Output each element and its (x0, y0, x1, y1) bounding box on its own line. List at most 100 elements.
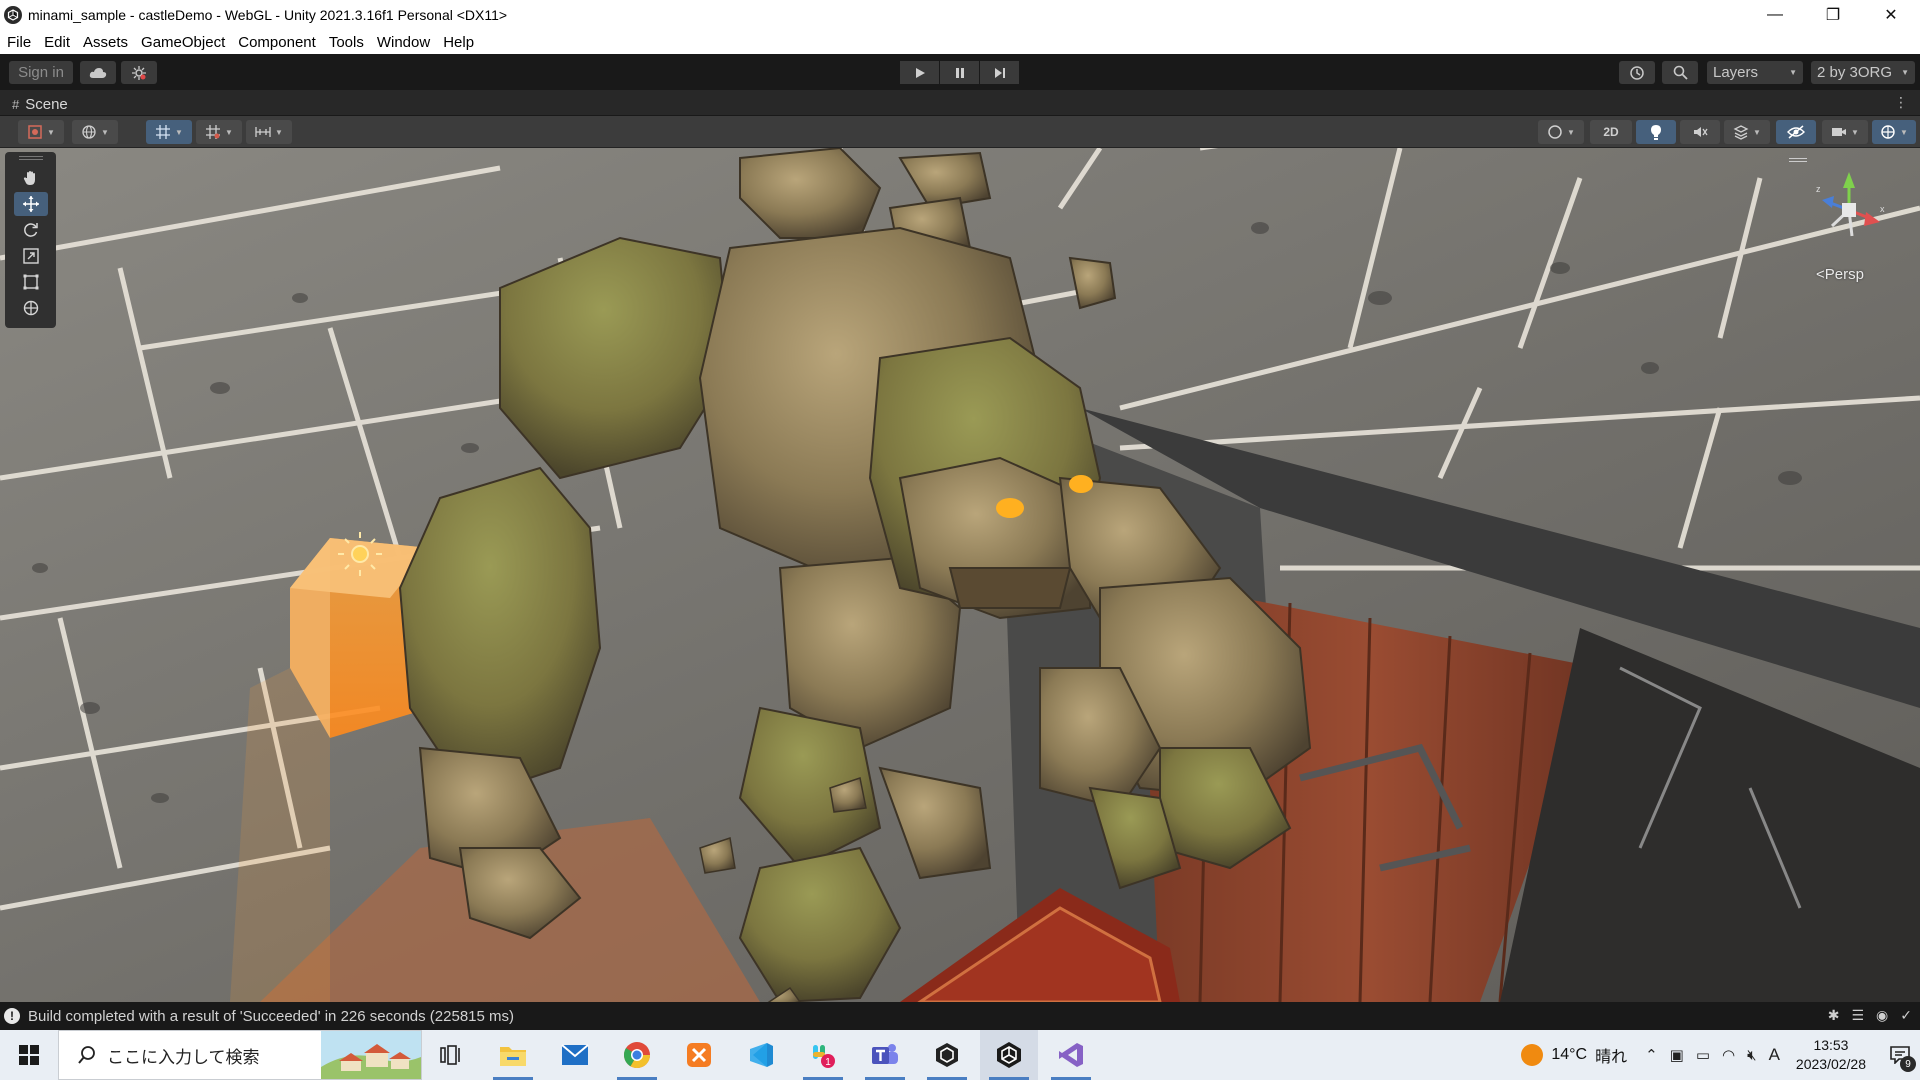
taskbar-unity-hub[interactable] (918, 1030, 976, 1080)
search-icon (1673, 65, 1688, 80)
menu-help[interactable]: Help (437, 34, 480, 51)
layout-label: 2 by 3ORG (1817, 64, 1893, 81)
axis-gizmo-icon: z x (1816, 172, 1885, 237)
move-tool-button[interactable] (13, 192, 48, 216)
gizmo-drag-handle-icon[interactable] (1789, 158, 1807, 162)
grid-visibility-dropdown[interactable]: ▼ (196, 120, 242, 144)
hand-tool-button[interactable] (14, 166, 48, 190)
layers-dropdown[interactable]: Layers ▼ (1707, 61, 1803, 84)
move-arrows-icon (22, 196, 39, 212)
effects-dropdown[interactable]: ▼ (1724, 120, 1770, 144)
hand-icon (23, 171, 35, 185)
volume-muted-icon[interactable]: 🔇︎ (1747, 1047, 1756, 1064)
mode-2d-toggle[interactable]: 2D (1590, 120, 1632, 144)
camera-settings-dropdown[interactable]: ▼ (1822, 120, 1868, 144)
taskbar-search-box[interactable]: ここに入力して検索 (58, 1030, 422, 1080)
cache-server-icon[interactable]: ◉ (1876, 1007, 1888, 1024)
taskbar-mail[interactable] (546, 1030, 604, 1080)
sunny-weather-icon (1521, 1044, 1544, 1066)
search-placeholder: ここに入力して検索 (107, 1047, 260, 1067)
sign-in-button[interactable]: Sign in (9, 61, 73, 84)
shading-mode-dropdown[interactable]: ▼ (1538, 120, 1584, 144)
scale-tool-button[interactable] (14, 244, 48, 268)
start-button[interactable] (0, 1030, 58, 1080)
step-button[interactable] (980, 61, 1019, 84)
clock-date: 2023/02/28 (1795, 1056, 1866, 1072)
snap-increment-icon (255, 127, 271, 137)
layout-dropdown[interactable]: 2 by 3ORG ▼ (1811, 61, 1915, 84)
gizmos-dropdown[interactable]: ▼ (1872, 120, 1916, 144)
menu-tools[interactable]: Tools (323, 34, 370, 51)
collab-button[interactable] (121, 61, 157, 84)
drag-handle-icon[interactable] (18, 156, 43, 160)
menu-window[interactable]: Window (371, 34, 436, 51)
grid-icon (206, 125, 221, 139)
cloud-button[interactable] (80, 61, 116, 84)
battery-icon[interactable]: ▭ (1696, 1046, 1710, 1064)
task-view-button[interactable] (422, 1030, 480, 1080)
menu-file[interactable]: File (1, 34, 37, 51)
taskbar-xampp[interactable] (670, 1030, 728, 1080)
cloud-icon (89, 67, 107, 78)
restore-button[interactable]: ❐ (1804, 0, 1862, 30)
weather-widget[interactable]: 14°C 晴れ (1521, 1043, 1627, 1067)
menu-component[interactable]: Component (232, 34, 322, 51)
menu-edit[interactable]: Edit (38, 34, 76, 51)
check-circle-icon[interactable]: ✓ (1900, 1007, 1912, 1024)
grid-snap-icon (156, 125, 171, 139)
taskbar-clock[interactable]: 13:53 2023/02/28 (1796, 1036, 1866, 1074)
rotate-tool-button[interactable] (14, 218, 48, 242)
rotate-icon (23, 223, 38, 237)
bug-debug-icon[interactable]: ✱ (1828, 1007, 1840, 1024)
more-options-icon[interactable]: ⋮ (1894, 94, 1908, 111)
progress-stack-icon[interactable]: ☰ (1851, 1007, 1864, 1024)
notification-center-button[interactable]: 9 (1880, 1030, 1920, 1080)
status-message[interactable]: Build completed with a result of 'Succee… (28, 1008, 514, 1025)
pause-icon (955, 67, 964, 78)
weather-desc: 晴れ (1595, 1049, 1628, 1066)
increment-snapping-dropdown[interactable]: ▼ (246, 120, 292, 144)
scene-tab-bar: # Scene ⋮ (0, 90, 1920, 116)
menu-gameobject[interactable]: GameObject (135, 34, 231, 51)
taskbar-unity-editor[interactable] (980, 1030, 1038, 1080)
taskbar-vscode[interactable] (732, 1030, 790, 1080)
taskbar-teams[interactable] (856, 1030, 914, 1080)
taskbar-slack[interactable]: 1 (794, 1030, 852, 1080)
minimize-button[interactable]: — (1746, 0, 1804, 30)
transform-tool-button[interactable] (14, 296, 48, 320)
scene-visibility-toggle[interactable] (1776, 120, 1816, 144)
rect-tool-button[interactable] (14, 270, 48, 294)
ime-indicator[interactable]: A (1769, 1045, 1780, 1065)
chevron-up-icon[interactable]: ⌃ (1645, 1046, 1658, 1064)
chevron-down-icon: ▼ (1753, 127, 1761, 137)
chrome-icon (623, 1042, 651, 1069)
menu-assets[interactable]: Assets (77, 34, 134, 51)
windows-taskbar: ここに入力して検索 1 14°C 晴れ ⌃ ▣ ▭ ◠ 🔇︎ A 13:53 2… (0, 1030, 1920, 1080)
step-icon (994, 67, 1005, 78)
undo-history-button[interactable] (1619, 61, 1655, 84)
audio-toggle[interactable] (1680, 120, 1720, 144)
gizmo-globe-icon (1881, 125, 1895, 139)
tab-scene[interactable]: # Scene (8, 93, 76, 115)
scene-render[interactable] (0, 148, 1920, 1002)
vscode-icon (750, 1043, 773, 1067)
search-highlight-image (321, 1031, 421, 1079)
taskbar-chrome[interactable] (608, 1030, 666, 1080)
wifi-icon[interactable]: ◠ (1722, 1046, 1735, 1064)
search-button[interactable] (1662, 61, 1698, 84)
perspective-label[interactable]: <Persp (1816, 266, 1864, 283)
taskbar-file-explorer[interactable] (484, 1030, 542, 1080)
pause-button[interactable] (940, 61, 979, 84)
lighting-toggle[interactable] (1636, 120, 1676, 144)
taskbar-visual-studio[interactable] (1042, 1030, 1100, 1080)
orientation-gizmo[interactable]: z x (1808, 170, 1890, 252)
global-toggle-dropdown[interactable]: ▼ (72, 120, 118, 144)
draw-mode-dropdown[interactable]: ▼ (18, 120, 64, 144)
grid-snapping-dropdown[interactable]: ▼ (146, 120, 192, 144)
slack-icon: 1 (813, 1045, 835, 1068)
scene-viewport[interactable]: z x <Persp (0, 148, 1920, 1002)
meet-now-icon[interactable]: ▣ (1670, 1046, 1684, 1064)
play-button[interactable] (900, 61, 939, 84)
chevron-left-icon: < (1816, 266, 1825, 283)
close-button[interactable]: ✕ (1862, 0, 1920, 30)
